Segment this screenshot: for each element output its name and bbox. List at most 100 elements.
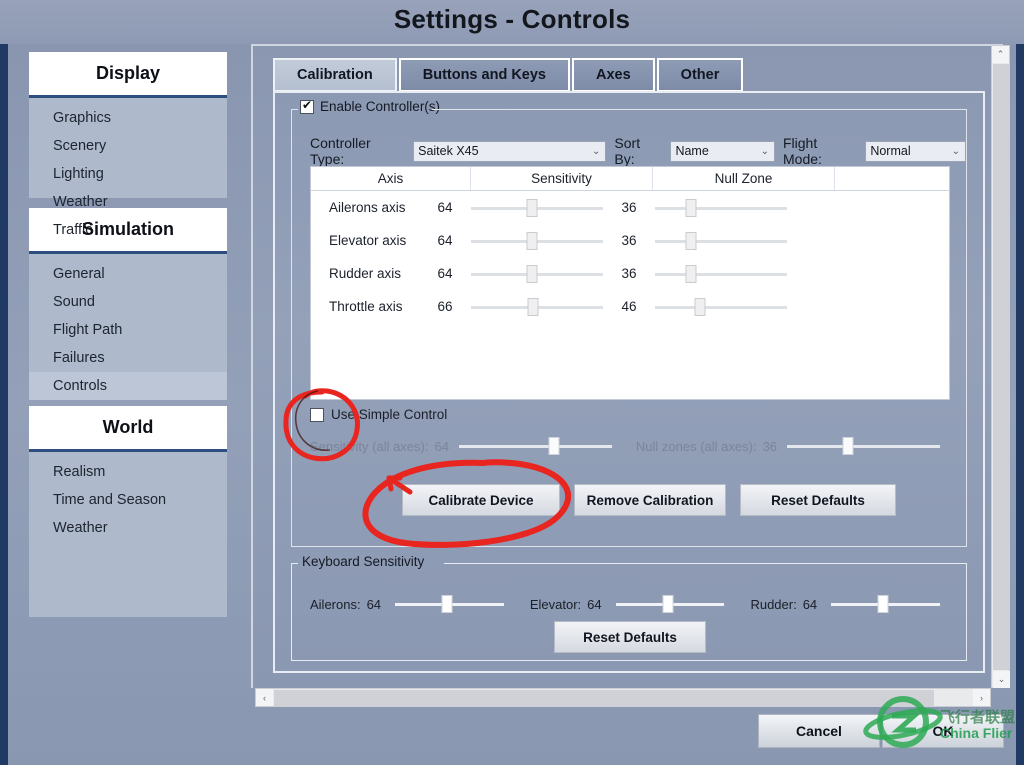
sidebar-item-flight-path[interactable]: Flight Path: [29, 316, 227, 344]
sidebar-item-graphics[interactable]: Graphics: [29, 104, 227, 132]
chevron-down-icon: ⌄: [951, 145, 961, 157]
slider-thumb[interactable]: [526, 231, 538, 250]
remove-calibration-button[interactable]: Remove Calibration: [574, 484, 726, 516]
horizontal-scrollbar[interactable]: ‹ ›: [255, 688, 991, 707]
controller-type-select[interactable]: Saitek X45 ⌄: [413, 140, 607, 162]
slider-track: [655, 239, 787, 243]
sidebar-item-world-weather[interactable]: Weather: [29, 514, 227, 542]
axis-null-zone-value: 36: [621, 233, 637, 248]
ok-button[interactable]: OK: [882, 714, 1004, 748]
slider-track: [655, 206, 787, 210]
axis-name: Ailerons axis: [329, 200, 406, 215]
controller-type-label: Controller Type:: [310, 135, 371, 167]
slider-thumb[interactable]: [526, 264, 538, 283]
table-row[interactable]: Elevator axis 64 36: [311, 224, 949, 257]
axis-null-zone-slider[interactable]: [655, 297, 787, 316]
sidebar-item-realism[interactable]: Realism: [29, 458, 227, 486]
column-header-axis: Axis: [311, 167, 471, 190]
axis-table: Axis Sensitivity Null Zone Ailerons axis…: [310, 166, 950, 400]
use-simple-control-checkbox[interactable]: [310, 407, 324, 422]
kb-rudder-slider[interactable]: [831, 595, 940, 613]
table-row[interactable]: Throttle axis 66 46: [311, 290, 949, 323]
sidebar-item-lighting[interactable]: Lighting: [29, 160, 227, 188]
vertical-scrollbar-thumb[interactable]: [993, 64, 1010, 670]
use-simple-control-row[interactable]: Use Simple Control: [310, 407, 447, 422]
axis-null-zone-slider[interactable]: [655, 198, 787, 217]
cancel-button[interactable]: Cancel: [758, 714, 880, 748]
horizontal-scrollbar-thumb[interactable]: [274, 690, 934, 707]
kb-elevator-label: Elevator:: [529, 596, 582, 612]
axis-table-header: Axis Sensitivity Null Zone: [311, 167, 949, 191]
sidebar-item-general[interactable]: General: [29, 260, 227, 288]
enable-controllers-label: Enable Controller(s): [320, 99, 441, 114]
dialog-buttons: Cancel OK: [758, 714, 1004, 748]
sidebar-item-scenery[interactable]: Scenery: [29, 132, 227, 160]
sidebar-divider-2: [29, 396, 227, 406]
axis-sensitivity-value: 64: [437, 266, 453, 281]
slider-thumb[interactable]: [685, 264, 697, 283]
keyboard-sliders-row: Ailerons: 64 Elevator: 64 Rudder: 64: [310, 595, 950, 613]
slider-track: [787, 445, 940, 448]
slider-thumb[interactable]: [526, 198, 538, 217]
axis-null-zone-value: 36: [621, 200, 637, 215]
axis-sensitivity-slider[interactable]: [471, 231, 603, 250]
axis-null-zone-slider[interactable]: [655, 231, 787, 250]
keyboard-sensitivity-legend: Keyboard Sensitivity: [302, 554, 425, 569]
vertical-scrollbar[interactable]: ⌃ ⌄: [991, 45, 1010, 688]
scroll-down-button[interactable]: ⌄: [993, 671, 1010, 688]
group-keyboard-sensitivity: Keyboard Sensitivity Ailerons: 64 Elevat…: [291, 554, 968, 661]
axis-name: Throttle axis: [329, 299, 403, 314]
kb-elevator-slider[interactable]: [615, 595, 725, 613]
slider-thumb[interactable]: [548, 437, 560, 455]
scroll-up-button[interactable]: ⌃: [992, 46, 1009, 63]
slider-thumb[interactable]: [842, 437, 854, 455]
slider-thumb[interactable]: [685, 231, 697, 250]
axis-name: Rudder axis: [329, 266, 402, 281]
null-zones-all-axes-slider[interactable]: [787, 437, 940, 455]
slider-thumb[interactable]: [685, 198, 697, 217]
kb-ailerons-slider[interactable]: [395, 595, 504, 613]
scroll-right-button[interactable]: ›: [973, 689, 990, 706]
calibrate-device-button[interactable]: Calibrate Device: [402, 484, 560, 516]
sort-by-select[interactable]: Name ⌄: [670, 140, 775, 162]
slider-thumb[interactable]: [662, 595, 674, 613]
reset-defaults-button[interactable]: Reset Defaults: [740, 484, 896, 516]
flight-mode-value: Normal: [870, 144, 911, 158]
axis-sensitivity-value: 64: [437, 233, 453, 248]
flight-mode-select[interactable]: Normal ⌄: [865, 140, 967, 162]
tab-other[interactable]: Other: [656, 58, 744, 92]
table-row[interactable]: Ailerons axis 64 36: [311, 191, 949, 224]
tab-axes[interactable]: Axes: [572, 58, 655, 92]
page-title: Settings - Controls: [393, 4, 631, 34]
tab-calibration[interactable]: Calibration: [273, 58, 397, 92]
sidebar-item-sound[interactable]: Sound: [29, 288, 227, 316]
sensitivity-all-axes-slider[interactable]: [458, 437, 612, 455]
axis-sensitivity-slider[interactable]: [471, 264, 603, 283]
axis-sensitivity-slider[interactable]: [471, 297, 603, 316]
null-zones-all-axes-value: 36: [762, 438, 778, 454]
axis-sensitivity-slider[interactable]: [471, 198, 603, 217]
keyboard-reset-wrapper: Reset Defaults: [292, 621, 968, 653]
tab-bar: Calibration Buttons and Keys Axes Other: [273, 58, 744, 92]
keyboard-reset-defaults-button[interactable]: Reset Defaults: [554, 621, 706, 653]
sidebar-item-failures[interactable]: Failures: [29, 344, 227, 372]
tab-buttons-and-keys[interactable]: Buttons and Keys: [398, 58, 570, 92]
axis-null-zone-slider[interactable]: [655, 264, 787, 283]
slider-thumb[interactable]: [694, 297, 706, 316]
slider-thumb[interactable]: [527, 297, 539, 316]
axis-null-zone-value: 46: [621, 299, 637, 314]
slider-thumb[interactable]: [877, 595, 889, 613]
main-panel: Calibration Buttons and Keys Axes Other …: [251, 44, 1003, 688]
controller-options-row: Controller Type: Saitek X45 ⌄ Sort By: N…: [310, 135, 967, 167]
window-header: Settings - Controls: [0, 0, 1024, 44]
chevron-down-icon: ⌄: [760, 145, 769, 157]
slider-thumb[interactable]: [441, 595, 453, 613]
table-row[interactable]: Rudder axis 64 36: [311, 257, 949, 290]
sidebar: Display Graphics Scenery Lighting Weathe…: [29, 52, 227, 698]
axis-name: Elevator axis: [329, 233, 407, 248]
scroll-left-button[interactable]: ‹: [256, 689, 273, 706]
column-header-null-zone: Null Zone: [653, 167, 835, 190]
column-header-sensitivity: Sensitivity: [471, 167, 653, 190]
sidebar-item-time-and-season[interactable]: Time and Season: [29, 486, 227, 514]
enable-controllers-checkbox[interactable]: [300, 98, 314, 114]
